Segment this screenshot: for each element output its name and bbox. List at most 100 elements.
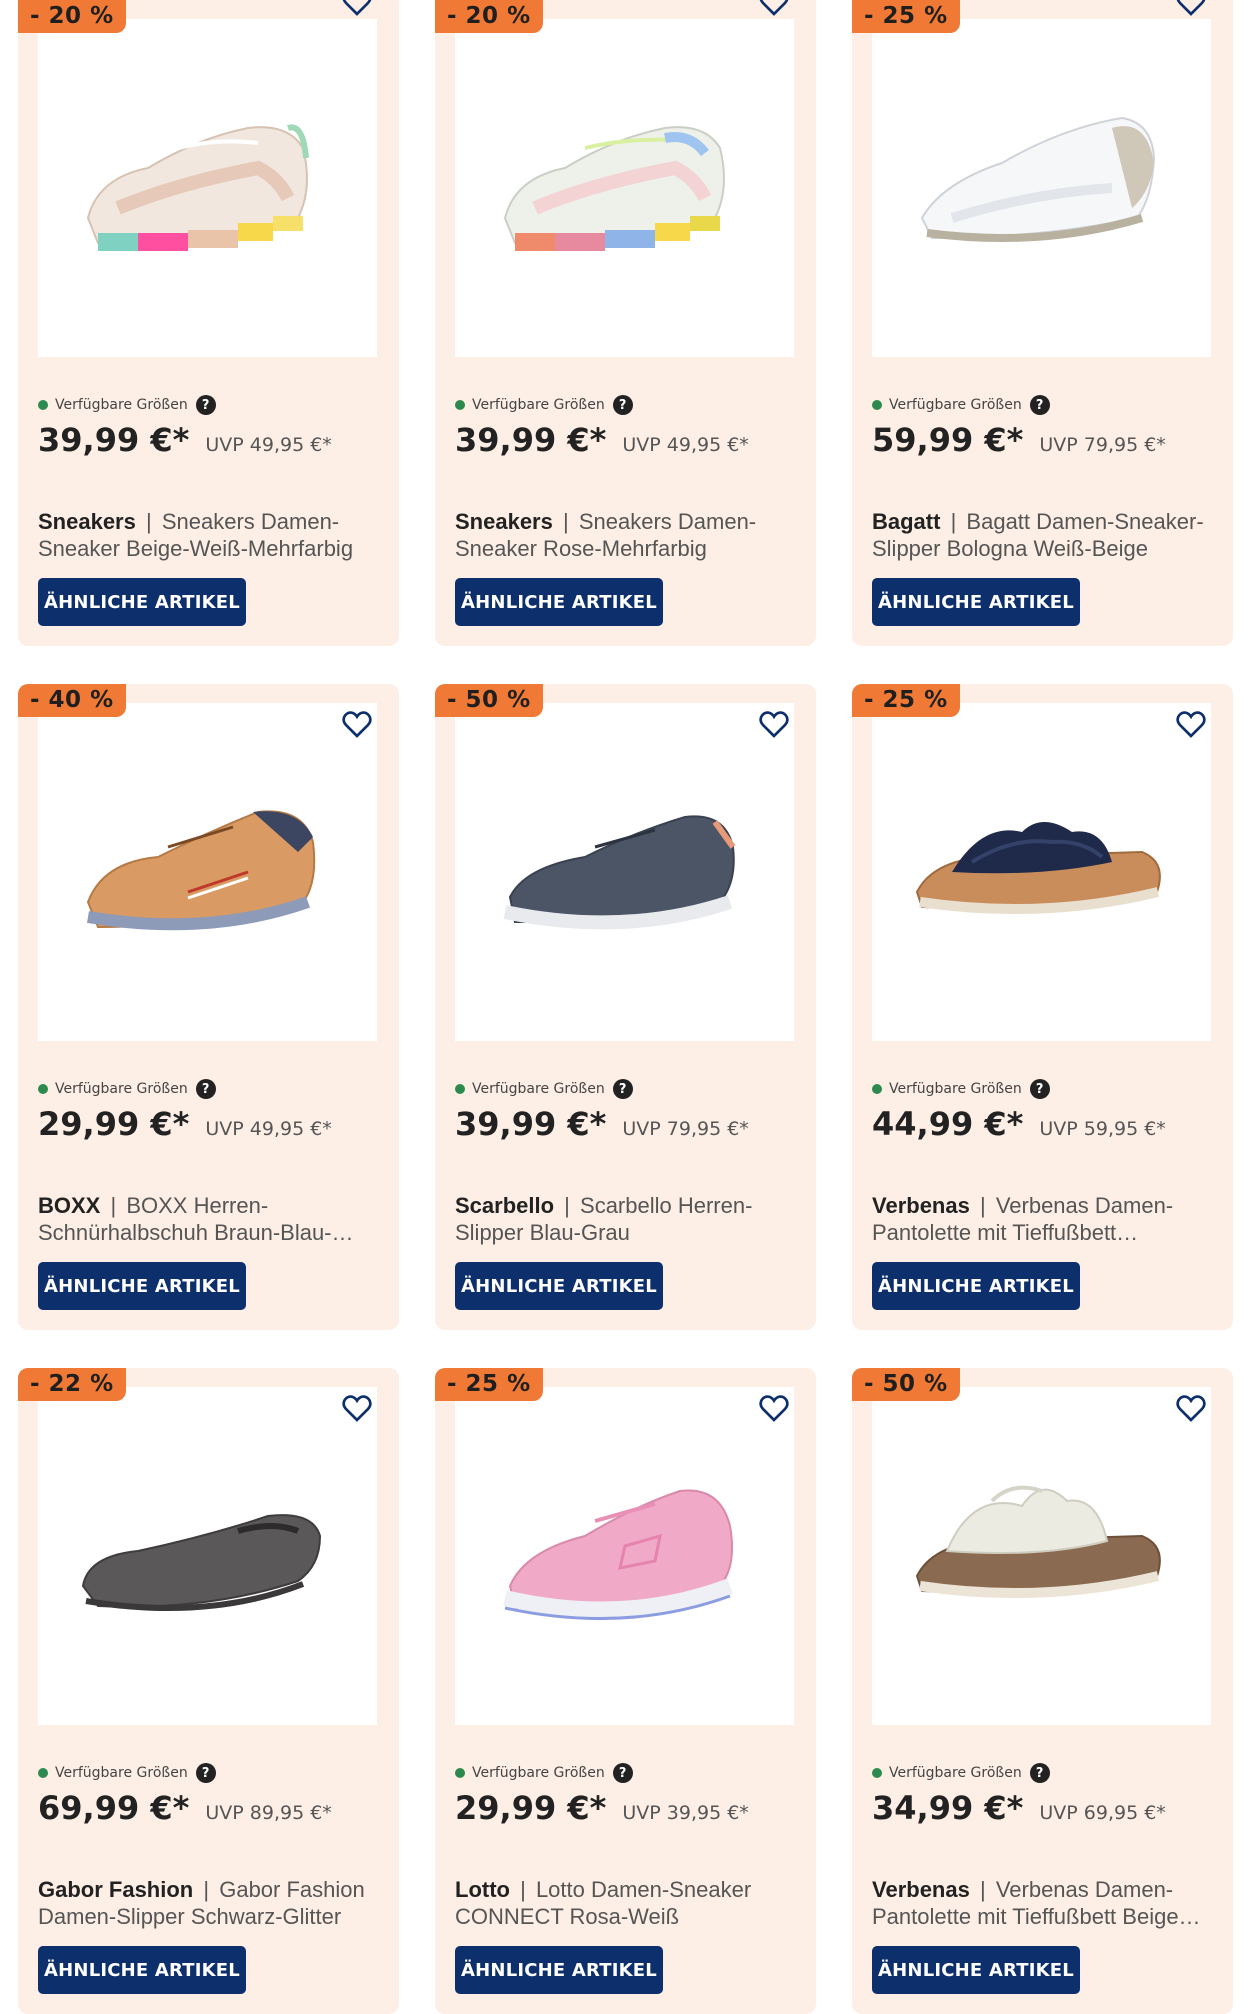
- help-icon[interactable]: ?: [1029, 1763, 1050, 1783]
- available-sizes-label: Verfügbare Größen: [889, 1765, 1022, 1781]
- product-brand: Scarbello: [455, 1193, 555, 1218]
- price-row: 39,99 €* UVP 79,95 €*: [455, 1105, 749, 1143]
- available-sizes[interactable]: Verfügbare Größen ?: [872, 1763, 1050, 1783]
- product-card[interactable]: - 50 % Verfügbare Größen ? 39,99 €* UVP …: [435, 684, 816, 1330]
- shoe-sneaker-rose-image: [503, 126, 725, 251]
- similar-items-button[interactable]: ÄHNLICHE ARTIKEL: [455, 578, 663, 626]
- heart-icon[interactable]: [341, 708, 373, 740]
- product-image[interactable]: [38, 1387, 377, 1725]
- uvp-price: UVP 49,95 €*: [205, 434, 332, 456]
- shoe-slide-beige-image: [915, 1485, 1161, 1599]
- uvp-price: UVP 79,95 €*: [1039, 434, 1166, 456]
- available-sizes-label: Verfügbare Größen: [55, 1765, 188, 1781]
- price: 39,99 €*: [455, 421, 607, 459]
- help-icon[interactable]: ?: [195, 1079, 216, 1099]
- product-title[interactable]: Gabor Fashion | Gabor Fashion Damen-Slip…: [38, 1876, 388, 1930]
- available-sizes[interactable]: Verfügbare Größen ?: [38, 1763, 216, 1783]
- product-title[interactable]: Verbenas | Verbenas Damen-Pantolette mit…: [872, 1192, 1222, 1246]
- similar-items-button[interactable]: ÄHNLICHE ARTIKEL: [872, 1946, 1080, 1994]
- available-sizes[interactable]: Verfügbare Größen ?: [455, 395, 633, 415]
- available-sizes[interactable]: Verfügbare Größen ?: [872, 395, 1050, 415]
- price-row: 34,99 €* UVP 69,95 €*: [872, 1789, 1166, 1827]
- available-sizes[interactable]: Verfügbare Größen ?: [455, 1763, 633, 1783]
- product-brand: BOXX: [38, 1193, 101, 1218]
- product-image[interactable]: [38, 703, 377, 1041]
- discount-badge: - 22 %: [18, 1368, 126, 1401]
- heart-icon[interactable]: [1175, 1392, 1207, 1424]
- similar-items-button[interactable]: ÄHNLICHE ARTIKEL: [38, 1946, 246, 1994]
- help-icon[interactable]: ?: [195, 395, 216, 415]
- available-sizes-label: Verfügbare Größen: [472, 1081, 605, 1097]
- price-row: 69,99 €* UVP 89,95 €*: [38, 1789, 332, 1827]
- product-card[interactable]: - 20 % Verfügbare Größen ? 39,99 €* UVP …: [18, 0, 399, 646]
- similar-items-button[interactable]: ÄHNLICHE ARTIKEL: [872, 1262, 1080, 1310]
- product-image[interactable]: [455, 703, 794, 1041]
- available-sizes[interactable]: Verfügbare Größen ?: [38, 1079, 216, 1099]
- similar-items-button[interactable]: ÄHNLICHE ARTIKEL: [455, 1946, 663, 1994]
- product-title[interactable]: Lotto | Lotto Damen-Sneaker CONNECT Rosa…: [455, 1876, 805, 1930]
- heart-icon[interactable]: [758, 1392, 790, 1424]
- product-title[interactable]: BOXX | BOXX Herren-Schnürhalbschuh Braun…: [38, 1192, 388, 1246]
- heart-icon[interactable]: [758, 708, 790, 740]
- product-title[interactable]: Bagatt | Bagatt Damen-Sneaker-Slipper Bo…: [872, 508, 1222, 562]
- heart-icon[interactable]: [1175, 708, 1207, 740]
- product-grid: - 20 % Verfügbare Größen ? 39,99 €* UVP …: [18, 0, 1233, 2014]
- availability-dot-icon: [455, 1768, 465, 1778]
- product-image[interactable]: [455, 19, 794, 357]
- product-image[interactable]: [38, 19, 377, 357]
- separator: |: [520, 1877, 526, 1902]
- available-sizes[interactable]: Verfügbare Größen ?: [872, 1079, 1050, 1099]
- discount-badge: - 25 %: [852, 684, 960, 717]
- separator: |: [562, 509, 569, 534]
- product-title[interactable]: Sneakers | Sneakers Damen-Sneaker Rose-M…: [455, 508, 805, 562]
- product-title[interactable]: Sneakers | Sneakers Damen-Sneaker Beige-…: [38, 508, 388, 562]
- availability-dot-icon: [38, 400, 48, 410]
- discount-badge: - 20 %: [18, 0, 126, 33]
- product-image[interactable]: [872, 703, 1211, 1041]
- price: 29,99 €*: [455, 1789, 607, 1827]
- heart-icon[interactable]: [1175, 0, 1207, 18]
- help-icon[interactable]: ?: [612, 1079, 633, 1099]
- product-title[interactable]: Verbenas | Verbenas Damen-Pantolette mit…: [872, 1876, 1222, 1930]
- product-card[interactable]: - 22 % Verfügbare Größen ? 69,99 €* UVP …: [18, 1368, 399, 2014]
- available-sizes[interactable]: Verfügbare Größen ?: [455, 1079, 633, 1099]
- similar-items-button[interactable]: ÄHNLICHE ARTIKEL: [38, 1262, 246, 1310]
- available-sizes[interactable]: Verfügbare Größen ?: [38, 395, 216, 415]
- heart-icon[interactable]: [341, 0, 373, 18]
- product-card[interactable]: - 25 % Verfügbare Größen ? 29,99 €* UVP …: [435, 1368, 816, 2014]
- uvp-price: UVP 69,95 €*: [1039, 1802, 1166, 1824]
- help-icon[interactable]: ?: [195, 1763, 216, 1783]
- help-icon[interactable]: ?: [1029, 1079, 1050, 1099]
- similar-items-button[interactable]: ÄHNLICHE ARTIKEL: [455, 1262, 663, 1310]
- product-card[interactable]: - 20 % Verfügbare Größen ? 39,99 €* UVP …: [435, 0, 816, 646]
- product-brand: Gabor Fashion: [38, 1877, 194, 1902]
- availability-dot-icon: [38, 1768, 48, 1778]
- product-card[interactable]: - 25 % Verfügbare Größen ? 44,99 €* UVP …: [852, 684, 1233, 1330]
- product-card[interactable]: - 25 % Verfügbare Größen ? 59,99 €* UVP …: [852, 0, 1233, 646]
- price-row: 44,99 €* UVP 59,95 €*: [872, 1105, 1166, 1143]
- product-brand: Sneakers: [455, 509, 553, 534]
- separator: |: [979, 1877, 986, 1902]
- product-card[interactable]: - 50 % Verfügbare Größen ? 34,99 €* UVP …: [852, 1368, 1233, 2014]
- separator: |: [110, 1193, 117, 1218]
- product-title[interactable]: Scarbello | Scarbello Herren-Slipper Bla…: [455, 1192, 805, 1246]
- product-image[interactable]: [872, 19, 1211, 357]
- separator: |: [950, 509, 957, 534]
- heart-icon[interactable]: [341, 1392, 373, 1424]
- available-sizes-label: Verfügbare Größen: [889, 1081, 1022, 1097]
- help-icon[interactable]: ?: [612, 395, 633, 415]
- product-image[interactable]: [455, 1387, 794, 1725]
- product-card[interactable]: - 40 % Verfügbare Größen ? 29,99 €* UVP …: [18, 684, 399, 1330]
- available-sizes-label: Verfügbare Größen: [55, 397, 188, 413]
- availability-dot-icon: [872, 1768, 882, 1778]
- price-row: 39,99 €* UVP 49,95 €*: [455, 421, 749, 459]
- product-image[interactable]: [872, 1387, 1211, 1725]
- availability-dot-icon: [872, 1084, 882, 1094]
- heart-icon[interactable]: [758, 0, 790, 18]
- help-icon[interactable]: ?: [1029, 395, 1050, 415]
- separator: |: [979, 1193, 986, 1218]
- price-row: 29,99 €* UVP 49,95 €*: [38, 1105, 332, 1143]
- similar-items-button[interactable]: ÄHNLICHE ARTIKEL: [38, 578, 246, 626]
- similar-items-button[interactable]: ÄHNLICHE ARTIKEL: [872, 578, 1080, 626]
- help-icon[interactable]: ?: [612, 1763, 633, 1783]
